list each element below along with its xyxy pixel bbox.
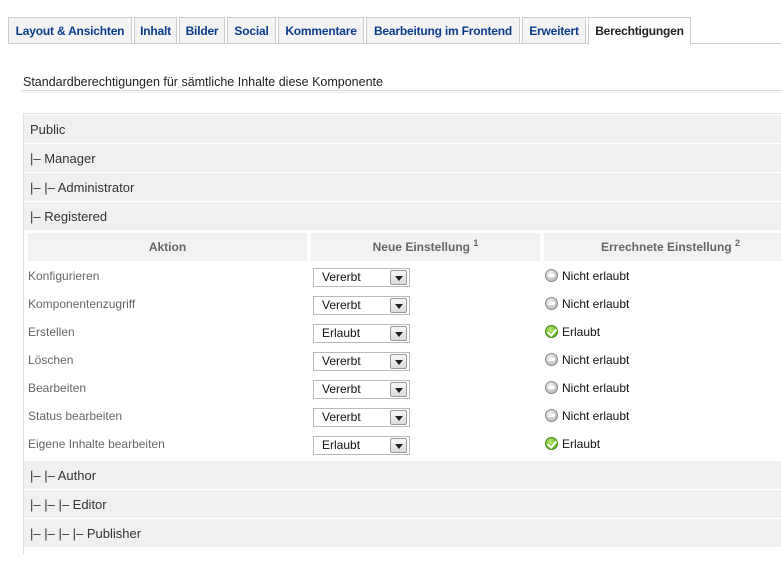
calculated-setting-label: Nicht erlaubt: [562, 353, 630, 367]
group-registered[interactable]: |– Registered: [24, 202, 781, 231]
setting-select[interactable]: Vererbt: [313, 408, 410, 427]
group-administrator[interactable]: |– |– Administrator: [24, 173, 781, 202]
setting-select-value: Vererbt: [322, 298, 361, 312]
action-label: Komponentenzugriff: [28, 297, 136, 311]
setting-select-value: Erlaubt: [322, 326, 361, 340]
not-allowed-icon: [545, 381, 558, 394]
table-row: Status bearbeiten Vererbt Nicht erlaubt: [24, 402, 781, 430]
header-new-setting: Neue Einstellung 1: [311, 233, 542, 261]
calculated-setting: Nicht erlaubt: [545, 402, 629, 430]
action-label: Status bearbeiten: [28, 409, 123, 423]
check-icon: [545, 325, 558, 338]
action-label: Eigene Inhalte bearbeiten: [28, 437, 165, 451]
group-manager[interactable]: |– Manager: [24, 144, 781, 173]
setting-select[interactable]: Vererbt: [313, 268, 410, 287]
table-row: Konfigurieren Vererbt Nicht erlaubt: [24, 262, 781, 290]
setting-select[interactable]: Vererbt: [313, 296, 410, 315]
setting-select[interactable]: Vererbt: [313, 352, 410, 371]
table-row: Eigene Inhalte bearbeiten Erlaubt Erlaubt: [24, 430, 781, 458]
permission-groups: Public |– Manager |– |– Administrator |–…: [23, 113, 781, 554]
action-label: Bearbeiten: [28, 381, 87, 395]
tab-bar: Layout & Ansichten Inhalt Bilder Social …: [0, 0, 781, 45]
calculated-setting: Erlaubt: [545, 318, 600, 346]
setting-select-value: Erlaubt: [322, 438, 361, 452]
calculated-setting-label: Nicht erlaubt: [562, 409, 630, 423]
header-new-setting-label: Neue Einstellung: [372, 240, 470, 254]
action-label: Konfigurieren: [28, 269, 100, 283]
setting-select-value: Vererbt: [322, 410, 361, 424]
header-action: Aktion: [28, 233, 309, 261]
tab-bearbeitung-im-frontend[interactable]: Bearbeitung im Frontend: [366, 17, 520, 44]
calculated-setting-label: Nicht erlaubt: [562, 297, 630, 311]
table-row: Komponentenzugriff Vererbt Nicht erlaubt: [24, 290, 781, 318]
permissions-panel: Standardberechtigungen für sämtliche Inh…: [8, 44, 781, 563]
tab-berechtigungen[interactable]: Berechtigungen: [588, 17, 691, 45]
tab-social[interactable]: Social: [227, 17, 276, 44]
setting-select[interactable]: Erlaubt: [313, 436, 410, 455]
group-author[interactable]: |– |– Author: [24, 461, 781, 490]
table-header: Aktion Neue Einstellung 1 Errechnete Ein…: [24, 231, 781, 261]
chevron-down-icon[interactable]: [390, 438, 407, 453]
title-divider: [21, 90, 781, 91]
calculated-setting: Nicht erlaubt: [545, 374, 629, 402]
calculated-setting-label: Nicht erlaubt: [562, 381, 630, 395]
calculated-setting: Erlaubt: [545, 430, 600, 458]
calculated-setting: Nicht erlaubt: [545, 346, 629, 374]
not-allowed-icon: [545, 353, 558, 366]
setting-select[interactable]: Erlaubt: [313, 324, 410, 343]
action-label: Löschen: [28, 353, 74, 367]
tab-erweitert[interactable]: Erweitert: [522, 17, 586, 44]
tab-inhalt[interactable]: Inhalt: [134, 17, 177, 44]
not-allowed-icon: [545, 297, 558, 310]
chevron-down-icon[interactable]: [390, 298, 407, 313]
chevron-down-icon[interactable]: [390, 270, 407, 285]
table-row: Erstellen Erlaubt Erlaubt: [24, 318, 781, 346]
calculated-setting-label: Erlaubt: [562, 325, 601, 339]
setting-select[interactable]: Vererbt: [313, 380, 410, 399]
tab-layout-ansichten[interactable]: Layout & Ansichten: [8, 17, 132, 44]
not-allowed-icon: [545, 409, 558, 422]
setting-select-value: Vererbt: [322, 354, 361, 368]
table-row: Löschen Vererbt Nicht erlaubt: [24, 346, 781, 374]
chevron-down-icon[interactable]: [390, 354, 407, 369]
table-row: Bearbeiten Vererbt Nicht erlaubt: [24, 374, 781, 402]
group-public[interactable]: Public: [24, 115, 781, 144]
header-calculated-setting: Errechnete Einstellung 2: [544, 233, 781, 261]
calculated-setting-label: Erlaubt: [562, 437, 601, 451]
group-publisher[interactable]: |– |– |– |– Publisher: [24, 519, 781, 548]
header-calculated-label: Errechnete Einstellung: [600, 240, 732, 254]
chevron-down-icon[interactable]: [390, 410, 407, 425]
setting-select-value: Vererbt: [322, 382, 361, 396]
check-icon: [545, 437, 558, 450]
group-editor[interactable]: |– |– |– Editor: [24, 490, 781, 519]
not-allowed-icon: [545, 269, 558, 282]
setting-select-value: Vererbt: [322, 270, 361, 284]
tab-bilder[interactable]: Bilder: [179, 17, 225, 44]
title-divider-shadow: [21, 92, 781, 93]
chevron-down-icon[interactable]: [390, 382, 407, 397]
tab-kommentare[interactable]: Kommentare: [278, 17, 364, 44]
action-label: Erstellen: [28, 325, 75, 339]
panel-title: Standardberechtigungen für sämtliche Inh…: [23, 75, 383, 89]
header-calculated-footnote: 2: [735, 238, 741, 248]
header-new-setting-footnote: 1: [473, 238, 479, 248]
calculated-setting-label: Nicht erlaubt: [562, 269, 630, 283]
calculated-setting: Nicht erlaubt: [545, 290, 629, 318]
calculated-setting: Nicht erlaubt: [545, 262, 629, 290]
chevron-down-icon[interactable]: [390, 326, 407, 341]
header-action-label: Aktion: [148, 240, 187, 254]
